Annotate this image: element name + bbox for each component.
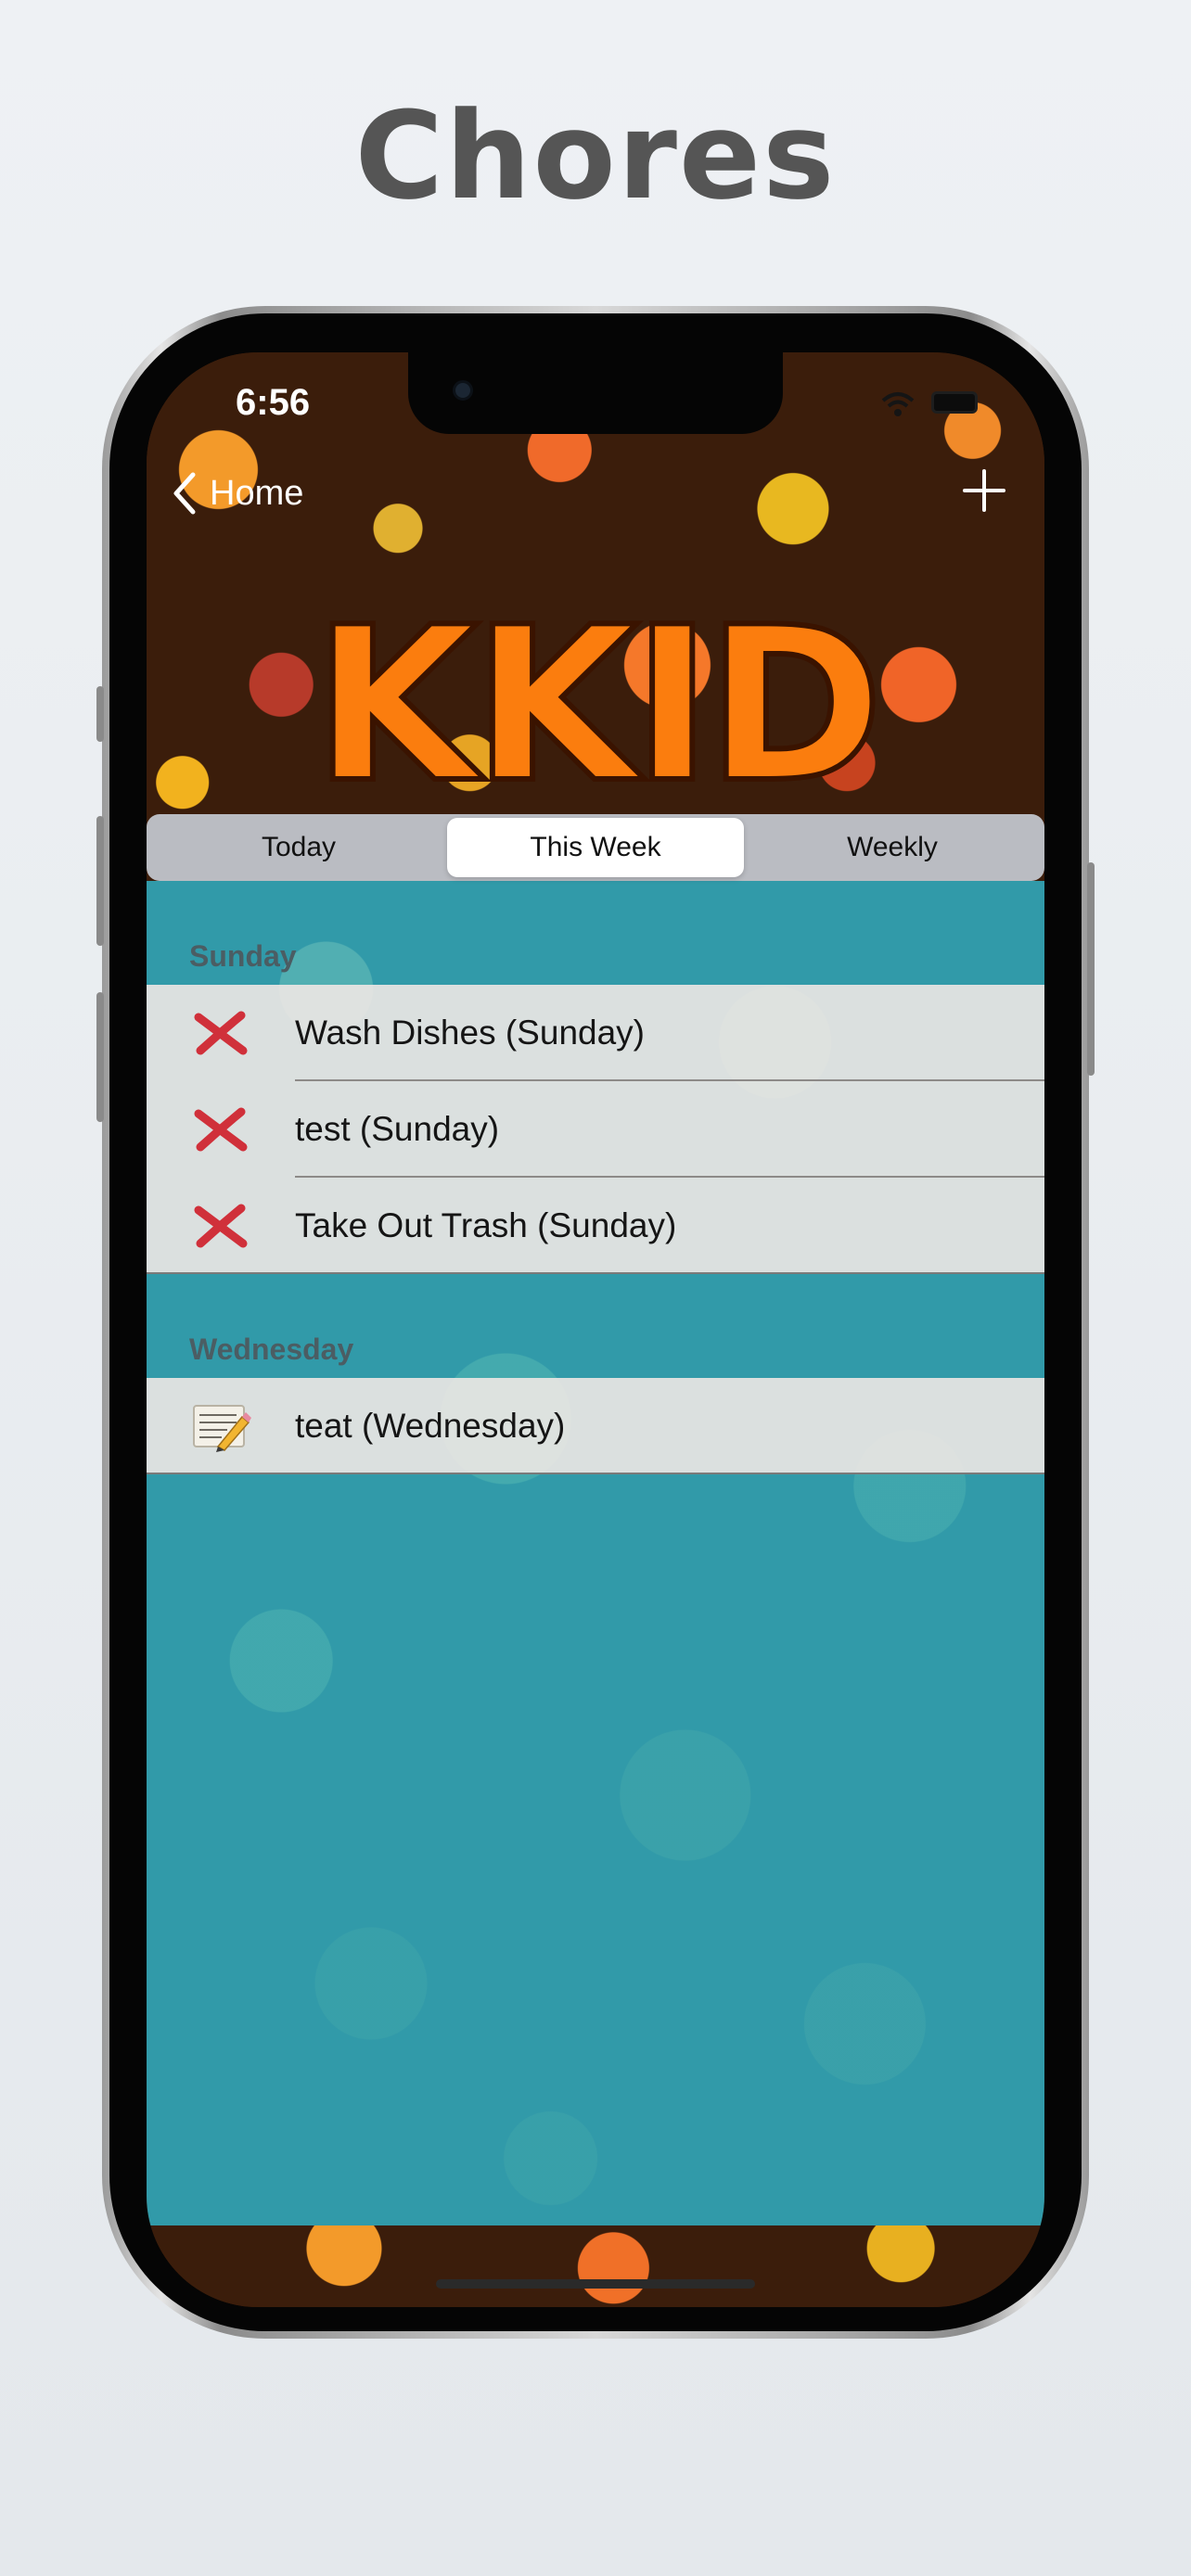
memo-icon [193,1405,251,1452]
divider [147,1473,1044,1474]
x-mark-icon [194,1204,248,1248]
volume-up-button [96,816,104,946]
section-header-sunday: Sunday [189,939,297,973]
page-title: Chores [354,85,837,226]
list-item[interactable]: teat (Wednesday) [147,1378,1044,1474]
home-indicator[interactable] [436,2279,755,2289]
side-button [96,686,104,742]
x-mark-icon [194,1011,248,1055]
list-item[interactable]: Wash Dishes (Sunday) [147,985,1044,1081]
section-header-wednesday: Wednesday [189,1333,354,1366]
power-button [1087,862,1095,1076]
tab-today[interactable]: Today [150,818,447,877]
tab-weekly[interactable]: Weekly [744,818,1041,877]
list-item-label: Take Out Trash (Sunday) [295,1206,677,1244]
period-segmented-control: Today This Week Weekly [147,814,1044,881]
app-logo: KKID [311,580,887,833]
list-item-label: teat (Wednesday) [295,1407,566,1445]
x-mark-icon [194,1107,248,1152]
tab-this-week[interactable]: This Week [447,818,744,877]
chore-list: Sunday Wash Dishes (Sunday) test (Sunday… [147,881,1044,1474]
back-button[interactable]: Home [171,471,303,516]
battery-icon [931,391,978,414]
plus-icon[interactable] [959,465,1009,516]
list-item[interactable]: test (Sunday) [147,1081,1044,1178]
volume-down-button [96,992,104,1122]
phone-screen: 6:56 Home KKID Today This Week Weekly Su… [147,352,1044,2307]
divider [147,1272,1044,1274]
wifi-icon [881,392,915,416]
back-button-label: Home [210,473,304,513]
list-item[interactable]: Take Out Trash (Sunday) [147,1178,1044,1274]
list-item-label: test (Sunday) [295,1110,500,1148]
camera-icon [453,380,473,401]
status-time: 6:56 [236,382,311,423]
list-item-label: Wash Dishes (Sunday) [295,1014,645,1052]
chevron-left-icon [173,472,196,515]
phone-frame: 6:56 Home KKID Today This Week Weekly Su… [102,306,1089,2339]
